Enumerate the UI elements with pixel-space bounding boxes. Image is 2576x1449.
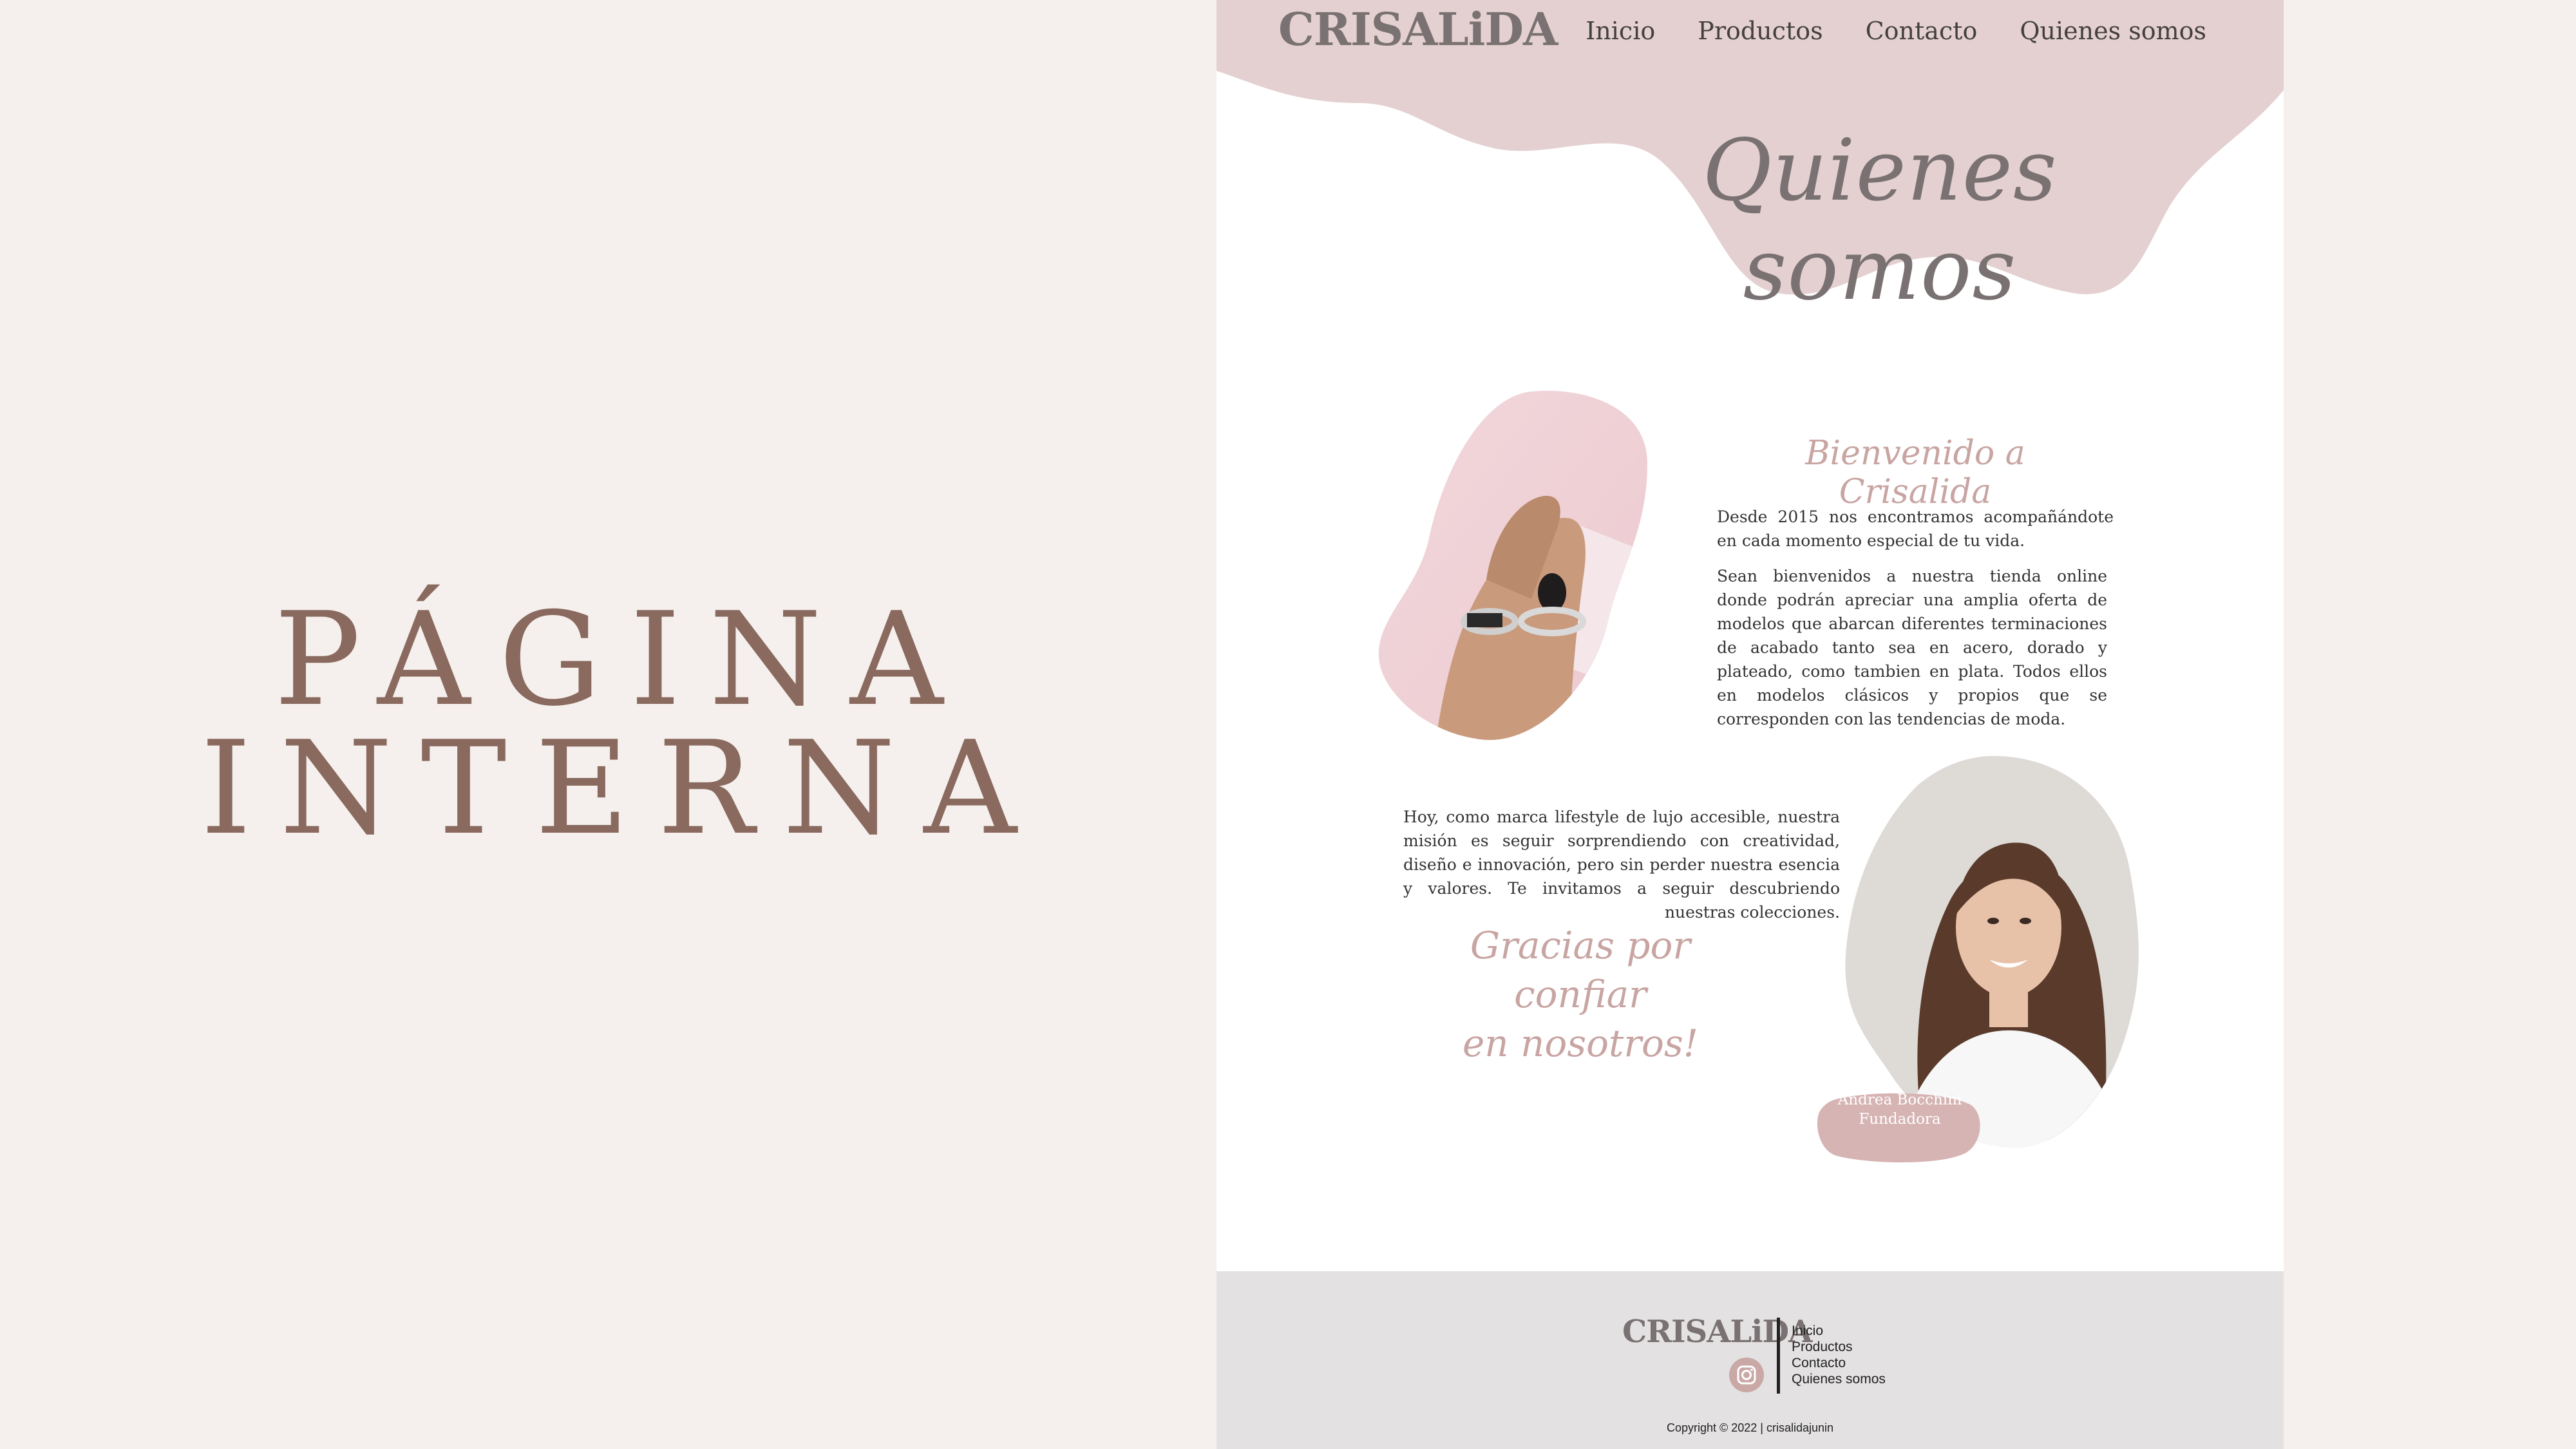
store-paragraph: Sean bienvenidos a nuestra tienda online…	[1717, 567, 2107, 728]
copyright: Copyright © 2022 | crisalidajunin	[1666, 1421, 1834, 1434]
footer-divider	[1777, 1318, 1780, 1394]
welcome-heading: Bienvenido a Crisalida	[1805, 434, 2025, 511]
founder-role: Fundadora	[1859, 1111, 1941, 1128]
top-navigation: CRISALiDA Inicio Productos Contacto Quie…	[1217, 0, 2284, 71]
page-title: Quienes somos	[1702, 121, 2058, 319]
nav-item-inicio[interactable]: Inicio	[1586, 17, 1655, 45]
slide-title: PÁGINA INTERNA	[0, 0, 1217, 1449]
footer-link-inicio[interactable]: Inicio	[1792, 1323, 1886, 1339]
mission-paragraph: Hoy, como marca lifestyle de lujo accesi…	[1403, 808, 1840, 922]
nav-menu: Inicio Productos Contacto Quienes somos	[1586, 17, 2206, 45]
website-mockup: CRISALiDA Inicio Productos Contacto Quie…	[1217, 0, 2284, 1449]
footer-link-quienes-somos[interactable]: Quienes somos	[1792, 1371, 1886, 1387]
nav-item-quienes-somos[interactable]: Quienes somos	[2020, 17, 2206, 45]
thanks-line-1: Gracias por confiar	[1470, 923, 1691, 1016]
founder-name: Andrea Bocchini	[1837, 1092, 1962, 1108]
instagram-icon[interactable]	[1728, 1357, 1765, 1393]
thanks-message: Gracias por confiar en nosotros!	[1442, 921, 1719, 1068]
slide-title-line-2: INTERNA	[200, 714, 1045, 864]
slide-title-line-1: PÁGINA	[274, 585, 972, 735]
founder-caption: Andrea Bocchini Fundadora	[1818, 1090, 1982, 1129]
thanks-line-2: en nosotros!	[1462, 1021, 1699, 1065]
footer-links: Inicio Productos Contacto Quienes somos	[1792, 1323, 1886, 1387]
site-logo[interactable]: CRISALiDA	[1278, 3, 1558, 56]
footer-link-productos[interactable]: Productos	[1792, 1339, 1886, 1355]
nav-item-contacto[interactable]: Contacto	[1866, 17, 1978, 45]
site-footer: CRISALiDA Inicio Productos Contacto Quie…	[1217, 1271, 2284, 1449]
footer-logo[interactable]: CRISALiDA	[1622, 1314, 1812, 1350]
nav-item-productos[interactable]: Productos	[1698, 17, 1823, 45]
footer-link-contacto[interactable]: Contacto	[1792, 1355, 1886, 1371]
intro-paragraph: Desde 2015 nos encontramos acompañándote…	[1717, 507, 2114, 550]
rings-photo	[1378, 390, 1648, 740]
